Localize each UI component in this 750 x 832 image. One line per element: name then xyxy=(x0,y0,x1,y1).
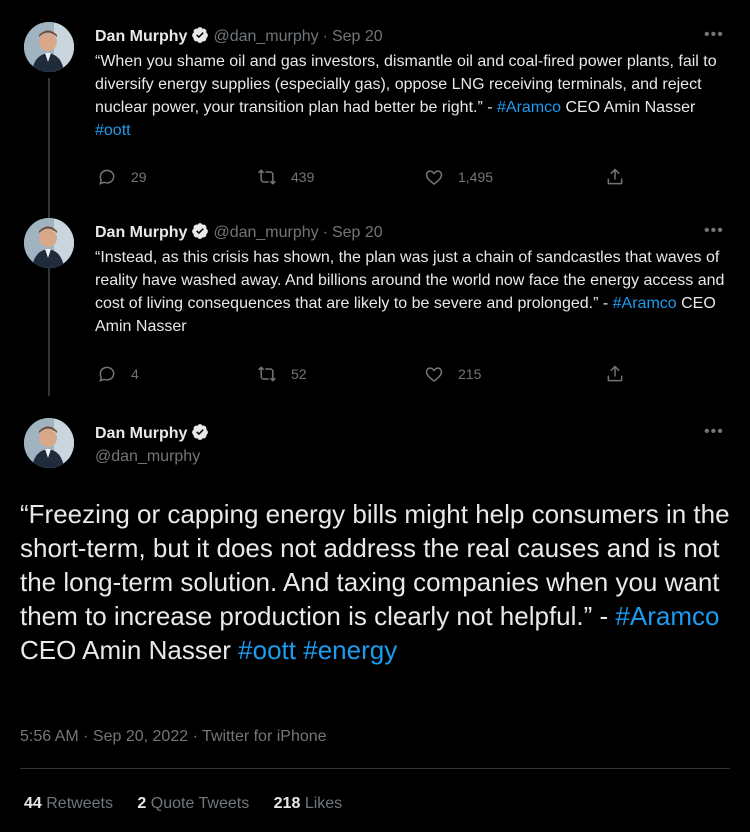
retweet-icon xyxy=(258,366,276,382)
tweet-text: “When you shame oil and gas investors, d… xyxy=(95,50,731,142)
reply-icon xyxy=(99,169,115,185)
divider xyxy=(20,768,730,769)
like-button[interactable]: 215 xyxy=(424,364,481,384)
likes-stat[interactable]: 218 Likes xyxy=(274,795,343,812)
verified-badge-icon xyxy=(192,27,209,43)
reply-button[interactable]: 4 xyxy=(97,364,139,384)
verified-badge-icon xyxy=(192,424,209,440)
verified-badge-icon xyxy=(192,223,209,239)
likes-label: Likes xyxy=(304,795,343,812)
retweet-count: 52 xyxy=(291,366,307,382)
retweet-button[interactable]: 439 xyxy=(257,167,314,187)
dot-separator: · xyxy=(322,224,328,241)
hashtag-oott[interactable]: #oott xyxy=(95,122,131,139)
like-icon xyxy=(425,170,443,186)
tweet-date[interactable]: Sep 20 xyxy=(332,224,383,241)
like-button[interactable]: 1,495 xyxy=(424,167,493,187)
avatar[interactable] xyxy=(24,218,74,268)
hashtag-aramco[interactable]: #Aramco xyxy=(613,295,677,312)
reply-button[interactable]: 29 xyxy=(97,167,147,187)
author-handle[interactable]: @dan_murphy xyxy=(95,448,200,466)
like-count: 1,495 xyxy=(458,169,494,185)
dot-separator: · xyxy=(322,28,328,45)
avatar[interactable] xyxy=(24,418,74,468)
main-tweet-text: “Freezing or capping energy bills might … xyxy=(20,497,732,667)
hashtag-oott[interactable]: #oott xyxy=(238,635,296,665)
quote-tweets-stat[interactable]: 2 Quote Tweets xyxy=(137,795,249,812)
share-button[interactable] xyxy=(605,364,639,384)
share-icon xyxy=(607,365,623,382)
more-icon[interactable]: ••• xyxy=(704,423,724,441)
reply-icon xyxy=(99,366,115,382)
tweet-date[interactable]: Sep 20 xyxy=(332,28,383,45)
hashtag-aramco[interactable]: #Aramco xyxy=(497,99,561,116)
tweet-text-part: CEO Amin Nasser xyxy=(561,99,696,116)
likes-count: 218 xyxy=(273,795,301,812)
avatar[interactable] xyxy=(24,22,74,72)
author-name[interactable]: Dan Murphy xyxy=(95,28,187,45)
avatar-photo xyxy=(24,218,74,268)
hashtag-aramco[interactable]: #Aramco xyxy=(615,601,719,631)
author-handle[interactable]: @dan_murphy xyxy=(213,28,318,45)
quote-tweets-count: 2 xyxy=(137,795,147,812)
retweet-button[interactable]: 52 xyxy=(257,364,307,384)
retweets-count: 44 xyxy=(24,795,42,812)
reply-count: 4 xyxy=(131,366,139,382)
tweet-text: “Instead, as this crisis has shown, the … xyxy=(95,246,731,338)
tweet-timestamp[interactable]: 5:56 AM · Sep 20, 2022 · Twitter for iPh… xyxy=(20,728,327,746)
retweets-stat[interactable]: 44 Retweets xyxy=(24,795,113,812)
author-name[interactable]: Dan Murphy xyxy=(95,224,187,241)
retweet-count: 439 xyxy=(291,169,315,185)
retweets-label: Retweets xyxy=(46,795,113,812)
author-name[interactable]: Dan Murphy xyxy=(95,425,187,442)
avatar-photo xyxy=(24,22,74,72)
more-icon[interactable]: ••• xyxy=(704,26,724,44)
tweet-stats: 44 Retweets 2 Quote Tweets 218 Likes xyxy=(24,795,342,813)
quote-tweets-label: Quote Tweets xyxy=(150,795,250,812)
share-button[interactable] xyxy=(605,167,639,187)
hashtag-energy[interactable]: #energy xyxy=(303,635,397,665)
author-handle[interactable]: @dan_murphy xyxy=(213,224,318,241)
retweet-icon xyxy=(258,169,276,185)
avatar-photo xyxy=(24,418,74,468)
share-icon xyxy=(607,168,623,185)
like-icon xyxy=(425,367,443,383)
like-count: 215 xyxy=(458,366,482,382)
reply-count: 29 xyxy=(131,169,147,185)
tweet-text-part: CEO Amin Nasser xyxy=(20,635,239,665)
more-icon[interactable]: ••• xyxy=(704,222,724,240)
